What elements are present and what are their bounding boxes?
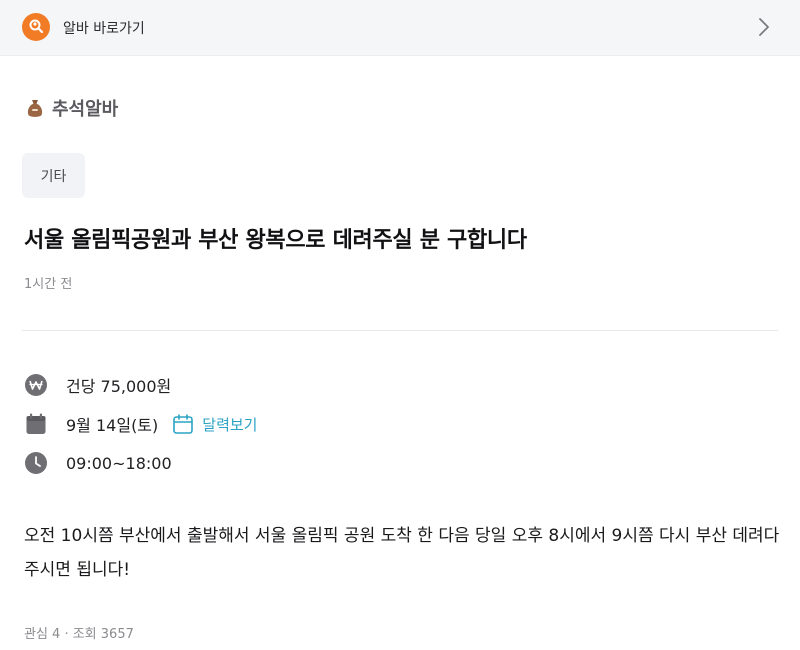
calendar-view-link[interactable]: 달력보기 xyxy=(172,413,257,435)
post-body: 오전 10시쯤 부산에서 출발해서 서울 올림픽 공원 도착 한 다음 당일 오… xyxy=(24,526,780,580)
calendar-icon xyxy=(26,413,46,434)
post-time: 1시간 전 xyxy=(24,277,73,292)
date-row: 9월 14일(토) 달력보기 xyxy=(24,412,257,436)
date-text: 9월 14일(토) xyxy=(66,416,159,435)
calendar-outline-icon xyxy=(173,414,194,434)
money-bag-icon xyxy=(27,100,43,117)
hours-row: 09:00~18:00 xyxy=(24,451,172,475)
category-label: 추석알바 xyxy=(52,99,119,120)
wage-text: 건당 75,000원 xyxy=(66,377,172,396)
shortcut-bar[interactable]: 알바 바로가기 xyxy=(0,0,800,56)
hours-text: 09:00~18:00 xyxy=(66,453,172,473)
wage-row: 건당 75,000원 xyxy=(24,373,171,397)
post-stats: 관심 4 · 조회 3657 xyxy=(24,627,134,642)
post-title: 서울 올림픽공원과 부산 왕복으로 데려주실 분 구합니다 xyxy=(24,228,527,253)
divider xyxy=(22,330,778,331)
chevron-right-icon[interactable] xyxy=(754,16,774,38)
job-type-badge: 기타 xyxy=(22,153,85,198)
search-person-icon xyxy=(22,13,50,41)
won-icon xyxy=(25,374,47,396)
calendar-link-label[interactable]: 달력보기 xyxy=(202,414,257,435)
shortcut-title[interactable]: 알바 바로가기 xyxy=(63,18,145,38)
clock-icon xyxy=(25,452,47,474)
category: 추석알바 xyxy=(24,95,118,121)
